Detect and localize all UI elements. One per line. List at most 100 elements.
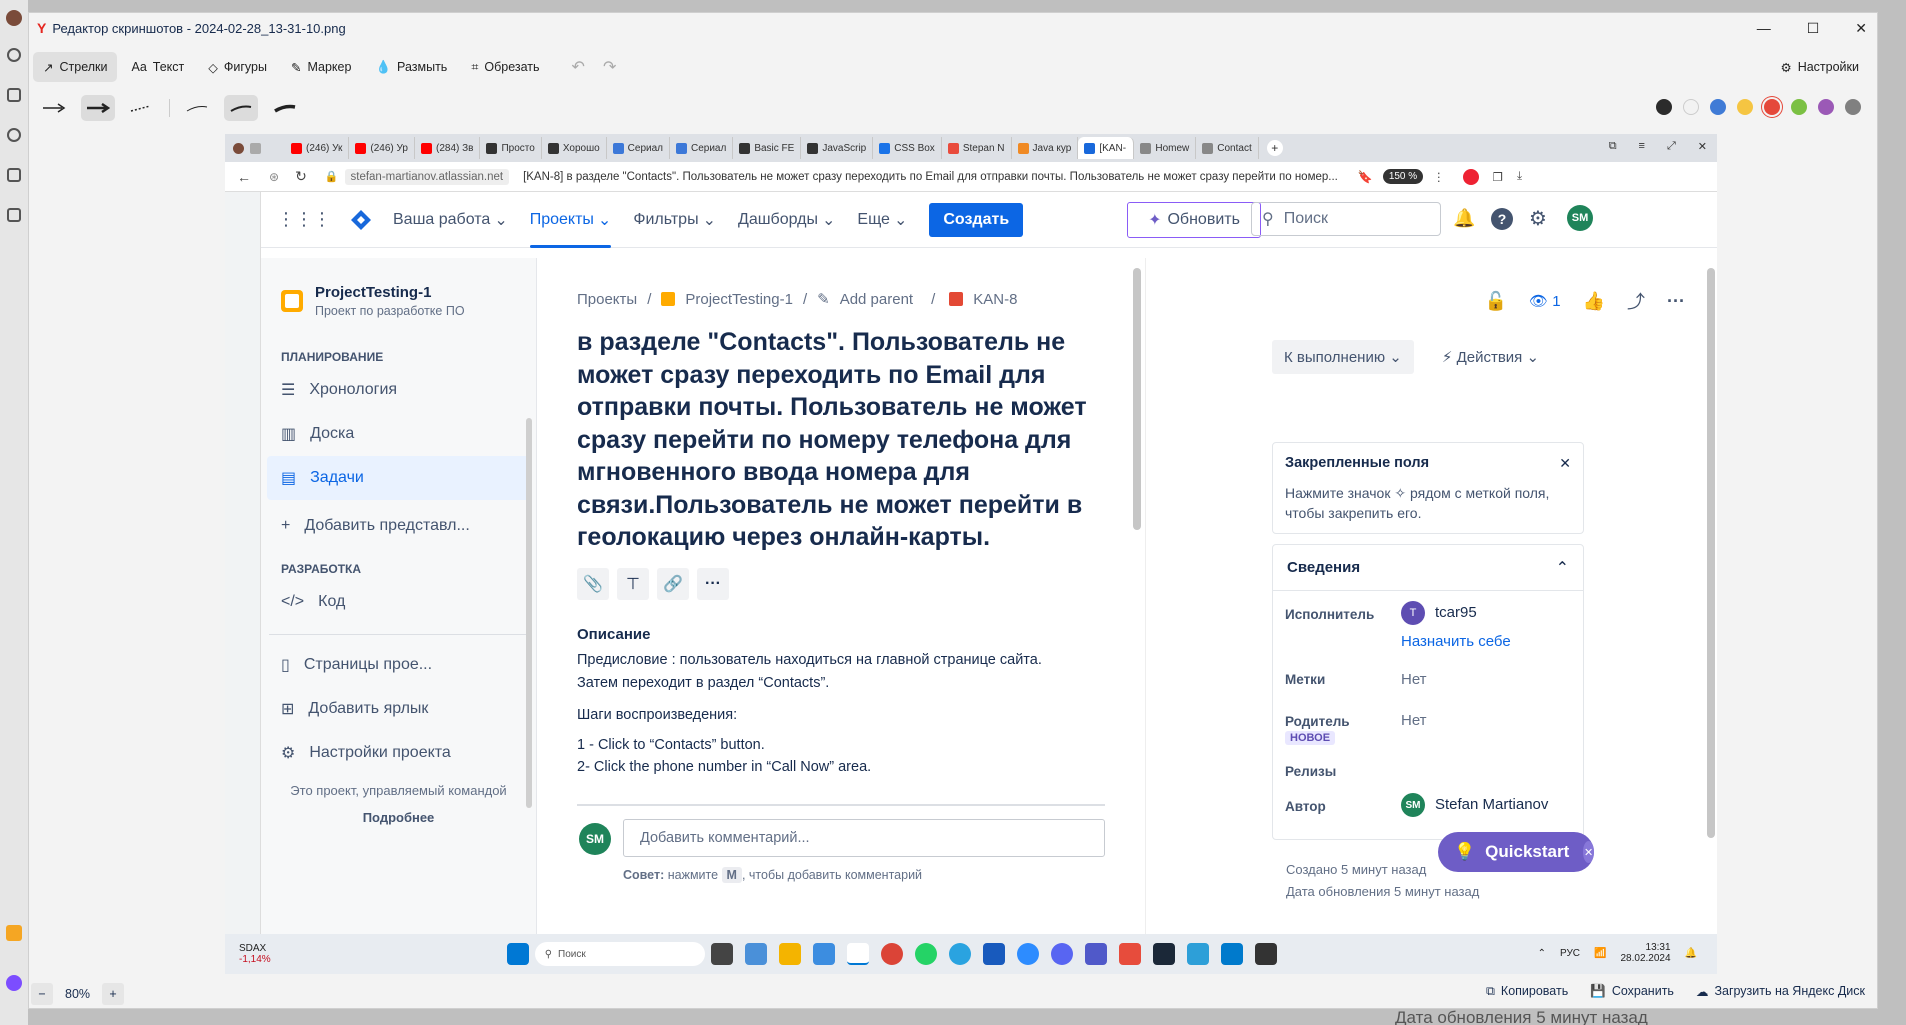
lock-icon[interactable]: 🔒 xyxy=(325,170,339,183)
sidebar-item-timeline[interactable]: ☰ Хронология xyxy=(261,368,536,412)
settings-button[interactable]: ⚙ Настройки xyxy=(1770,52,1869,82)
download-icon[interactable]: ⤓ xyxy=(1517,170,1522,183)
nav-your-work[interactable]: Ваша работа ⌄ xyxy=(393,192,508,248)
description-step-1[interactable]: 1 - Click to “Contacts” button. xyxy=(537,723,1137,753)
tab-list-icon[interactable] xyxy=(250,142,261,154)
start-icon[interactable] xyxy=(506,943,529,965)
nav-projects[interactable]: Проекты ⌄ xyxy=(529,192,611,248)
notification-bell-icon[interactable]: 🔔 xyxy=(1685,948,1697,959)
taskbar-search[interactable]: ⚲ Поиск xyxy=(534,942,705,966)
assign-to-me-link[interactable]: Назначить себе xyxy=(1401,633,1511,650)
breadcrumb-projects[interactable]: Проекты xyxy=(577,291,637,308)
save-button[interactable]: 💾 Сохранить xyxy=(1590,984,1674,999)
clock[interactable]: 13:31 28.02.2024 xyxy=(1620,942,1670,964)
word-icon[interactable] xyxy=(982,943,1005,965)
thumbs-up-icon[interactable]: 👍 xyxy=(1583,291,1605,312)
chevron-up-icon[interactable]: ⌃ xyxy=(1556,558,1569,578)
browser-tab[interactable]: Хорошо xyxy=(542,137,607,159)
quickstart-button[interactable]: 💡 Quickstart ✕ xyxy=(1438,832,1594,872)
upload-disk-button[interactable]: ☁ Загрузить на Яндекс Диск xyxy=(1696,984,1865,999)
color-swatch[interactable] xyxy=(1845,99,1861,115)
menu-icon[interactable]: ≡ xyxy=(1639,140,1645,153)
color-swatch[interactable] xyxy=(1764,99,1780,115)
tool-crop[interactable]: ⌗ Обрезать xyxy=(461,52,549,82)
profile-icon[interactable] xyxy=(6,10,22,26)
stroke-thin-arrow[interactable] xyxy=(37,95,71,121)
close-icon[interactable]: ✕ xyxy=(1855,20,1867,37)
breadcrumb-add-parent[interactable]: Add parent xyxy=(840,291,913,308)
tool-shapes[interactable]: ◇ Фигуры xyxy=(198,52,277,82)
browser-tab[interactable]: Сериал xyxy=(607,137,670,159)
minimize-icon[interactable]: — xyxy=(1757,20,1771,36)
explorer-icon[interactable] xyxy=(778,943,801,965)
browser-tab[interactable]: JavaScrip xyxy=(801,137,874,159)
upgrade-button[interactable]: ✦ Обновить xyxy=(1127,202,1261,238)
app-switcher-icon[interactable]: ⋮⋮⋮ xyxy=(277,209,331,230)
parent-value[interactable]: Нет xyxy=(1401,712,1427,729)
sidebar-item-add-view[interactable]: + Добавить представл... xyxy=(261,504,536,548)
main-scrollbar[interactable] xyxy=(1133,268,1141,530)
sidebar-item-project-settings[interactable]: ⚙ Настройки проекта xyxy=(261,731,536,775)
jira-logo-icon[interactable] xyxy=(351,209,371,230)
comment-input[interactable]: Добавить комментарий... xyxy=(623,819,1105,857)
window-close-icon[interactable]: ✕ xyxy=(1698,140,1707,153)
nav-more[interactable]: Еще ⌄ xyxy=(857,192,907,248)
color-swatch[interactable] xyxy=(1791,99,1807,115)
nav-filters[interactable]: Фильтры ⌄ xyxy=(633,192,716,248)
notifications-icon[interactable]: 🔔 xyxy=(1453,208,1475,229)
browser-tab[interactable]: (284) Зв xyxy=(415,137,481,159)
url-host[interactable]: stefan-martianov.atlassian.net xyxy=(344,168,510,185)
browser-tab[interactable]: [KAN- xyxy=(1078,137,1135,159)
tool-blur[interactable]: 💧 Размыть xyxy=(365,52,457,82)
tool-text[interactable]: Aa Текст xyxy=(121,52,194,82)
browser-profile-icon[interactable] xyxy=(233,142,244,154)
color-swatch[interactable] xyxy=(1818,99,1834,115)
shield-icon[interactable]: ⊛ xyxy=(269,170,279,184)
browser-tab[interactable]: Basic FE xyxy=(733,137,802,159)
nav-dashboards[interactable]: Дашборды ⌄ xyxy=(738,192,835,248)
details-title[interactable]: Сведения xyxy=(1287,559,1360,576)
stroke-thick[interactable] xyxy=(268,95,302,121)
sidebar-scrollbar[interactable] xyxy=(526,418,532,808)
language-indicator[interactable]: РУС xyxy=(1560,948,1580,959)
tool-arrows[interactable]: ↗ Стрелки xyxy=(33,52,118,82)
bookmark-icon[interactable]: 🔖 xyxy=(1358,170,1373,184)
more-actions-icon[interactable]: ··· xyxy=(697,567,729,600)
watch-button[interactable]: 👁 1 xyxy=(1529,292,1561,310)
yandex-browser-icon[interactable] xyxy=(846,943,869,965)
telegram-icon[interactable] xyxy=(948,943,971,965)
app-icon[interactable] xyxy=(812,943,835,965)
collections-icon[interactable]: ❐ xyxy=(1493,170,1503,184)
whatsapp-icon[interactable] xyxy=(914,943,937,965)
stroke-medium[interactable] xyxy=(224,95,258,121)
tool-marker[interactable]: ✎ Маркер xyxy=(281,52,361,82)
restrict-icon[interactable]: 🔓 xyxy=(1485,291,1507,312)
stroke-thin[interactable] xyxy=(180,95,214,121)
status-dropdown[interactable]: К выполнению ⌄ xyxy=(1272,340,1414,374)
description-preface[interactable]: Предисловие : пользователь находиться на… xyxy=(537,643,1137,695)
back-icon[interactable]: ← xyxy=(237,169,251,185)
page-zoom-badge[interactable]: 150 % xyxy=(1382,169,1424,184)
new-tab-button[interactable]: + xyxy=(1266,140,1283,156)
description-step-2[interactable]: 2- Click the phone number in “Call Now” … xyxy=(537,753,1137,775)
user-avatar[interactable]: SM xyxy=(1567,205,1593,231)
app-blue-icon[interactable] xyxy=(1186,943,1209,965)
tab-search-icon[interactable]: ⧉ xyxy=(1609,140,1617,153)
color-swatch[interactable] xyxy=(1737,99,1753,115)
more-icon[interactable]: ··· xyxy=(1667,291,1685,312)
breadcrumb-project[interactable]: ProjectTesting-1 xyxy=(685,291,793,308)
play-icon[interactable] xyxy=(7,128,21,142)
browser-tab[interactable]: Stepan N xyxy=(942,137,1012,159)
zoom-icon[interactable] xyxy=(1016,943,1039,965)
labels-value[interactable]: Нет xyxy=(1401,671,1427,688)
browser-tab[interactable]: CSS Box xyxy=(873,137,942,159)
sidebar-item-board[interactable]: ▥ Доска xyxy=(261,412,536,456)
app-red-icon[interactable] xyxy=(1118,943,1141,965)
reload-icon[interactable]: ↻ xyxy=(295,168,307,185)
steam-icon[interactable] xyxy=(1152,943,1175,965)
create-button[interactable]: Создать xyxy=(929,202,1024,237)
assignee-value[interactable]: tcar95 xyxy=(1435,604,1477,621)
adblock-icon[interactable] xyxy=(1462,168,1479,185)
tray-chevron-icon[interactable]: ⌃ xyxy=(1538,948,1546,959)
more-icon[interactable]: ⋮ xyxy=(1433,170,1445,184)
